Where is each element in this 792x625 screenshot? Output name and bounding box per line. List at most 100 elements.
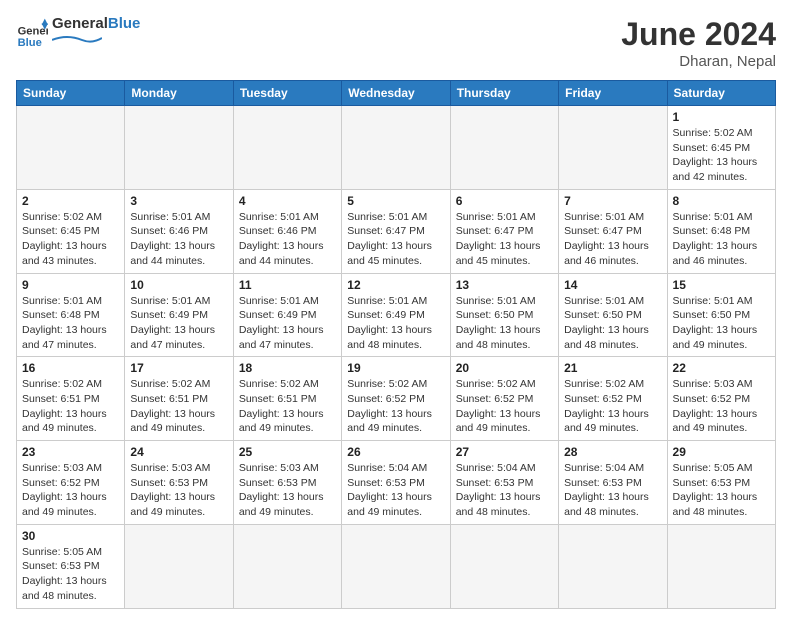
day-info: Sunrise: 5:01 AM Sunset: 6:47 PM Dayligh…: [564, 210, 661, 269]
day-info: Sunrise: 5:01 AM Sunset: 6:47 PM Dayligh…: [347, 210, 444, 269]
title-block: June 2024 Dharan, Nepal: [621, 16, 776, 70]
page-header: General Blue GeneralBlue June 2024 Dhara…: [16, 16, 776, 70]
day-info: Sunrise: 5:02 AM Sunset: 6:51 PM Dayligh…: [22, 377, 119, 436]
day-info: Sunrise: 5:02 AM Sunset: 6:52 PM Dayligh…: [564, 377, 661, 436]
calendar-day-cell: [125, 524, 233, 608]
calendar-day-cell: 29 Sunrise: 5:05 AM Sunset: 6:53 PM Dayli…: [667, 441, 775, 525]
calendar-day-cell: [233, 106, 341, 190]
calendar-week-row: 1Sunrise: 5:02 AM Sunset: 6:45 PM Daylig…: [17, 106, 776, 190]
calendar-day-cell: [559, 106, 667, 190]
calendar-day-cell: 7 Sunrise: 5:01 AM Sunset: 6:47 PM Daylig…: [559, 189, 667, 273]
logo-general: General: [52, 15, 108, 32]
calendar-day-cell: 27 Sunrise: 5:04 AM Sunset: 6:53 PM Dayli…: [450, 441, 558, 525]
day-number: 5: [347, 194, 444, 208]
day-number: 22: [673, 361, 770, 375]
day-number: 24: [130, 445, 227, 459]
calendar-day-cell: 21 Sunrise: 5:02 AM Sunset: 6:52 PM Dayli…: [559, 357, 667, 441]
day-info: Sunrise: 5:05 AM Sunset: 6:53 PM Dayligh…: [673, 461, 770, 520]
calendar-day-cell: 25 Sunrise: 5:03 AM Sunset: 6:53 PM Dayli…: [233, 441, 341, 525]
calendar-day-cell: [233, 524, 341, 608]
logo-icon: General Blue: [16, 17, 48, 49]
calendar-day-cell: 26Sunrise: 5:04 AM Sunset: 6:53 PM Dayli…: [342, 441, 450, 525]
calendar-day-cell: [342, 524, 450, 608]
calendar-day-cell: [450, 106, 558, 190]
day-number: 7: [564, 194, 661, 208]
day-number: 16: [22, 361, 119, 375]
weekday-header-thursday: Thursday: [450, 81, 558, 106]
day-number: 30: [22, 529, 119, 543]
day-info: Sunrise: 5:04 AM Sunset: 6:53 PM Dayligh…: [564, 461, 661, 520]
calendar-day-cell: 24 Sunrise: 5:03 AM Sunset: 6:53 PM Dayli…: [125, 441, 233, 525]
calendar-day-cell: 5 Sunrise: 5:01 AM Sunset: 6:47 PM Daylig…: [342, 189, 450, 273]
calendar-day-cell: 6 Sunrise: 5:01 AM Sunset: 6:47 PM Daylig…: [450, 189, 558, 273]
calendar-week-row: 30Sunrise: 5:05 AM Sunset: 6:53 PM Dayli…: [17, 524, 776, 608]
day-info: Sunrise: 5:01 AM Sunset: 6:47 PM Dayligh…: [456, 210, 553, 269]
day-number: 14: [564, 278, 661, 292]
day-number: 21: [564, 361, 661, 375]
logo-blue: Blue: [108, 15, 141, 32]
calendar-day-cell: [342, 106, 450, 190]
day-number: 29: [673, 445, 770, 459]
day-info: Sunrise: 5:03 AM Sunset: 6:53 PM Dayligh…: [239, 461, 336, 520]
calendar-table: SundayMondayTuesdayWednesdayThursdayFrid…: [16, 80, 776, 609]
day-number: 11: [239, 278, 336, 292]
weekday-header-saturday: Saturday: [667, 81, 775, 106]
day-number: 17: [130, 361, 227, 375]
calendar-day-cell: 28Sunrise: 5:04 AM Sunset: 6:53 PM Dayli…: [559, 441, 667, 525]
day-number: 6: [456, 194, 553, 208]
day-number: 15: [673, 278, 770, 292]
calendar-day-cell: [667, 524, 775, 608]
calendar-day-cell: 30Sunrise: 5:05 AM Sunset: 6:53 PM Dayli…: [17, 524, 125, 608]
day-info: Sunrise: 5:03 AM Sunset: 6:52 PM Dayligh…: [22, 461, 119, 520]
day-info: Sunrise: 5:01 AM Sunset: 6:50 PM Dayligh…: [564, 294, 661, 353]
day-number: 18: [239, 361, 336, 375]
calendar-day-cell: [559, 524, 667, 608]
calendar-day-cell: 11Sunrise: 5:01 AM Sunset: 6:49 PM Dayli…: [233, 273, 341, 357]
day-number: 23: [22, 445, 119, 459]
calendar-day-cell: [450, 524, 558, 608]
month-year-title: June 2024: [621, 16, 776, 53]
calendar-day-cell: [125, 106, 233, 190]
day-number: 20: [456, 361, 553, 375]
calendar-day-cell: 3 Sunrise: 5:01 AM Sunset: 6:46 PM Daylig…: [125, 189, 233, 273]
location-title: Dharan, Nepal: [621, 53, 776, 70]
day-number: 25: [239, 445, 336, 459]
day-info: Sunrise: 5:01 AM Sunset: 6:49 PM Dayligh…: [347, 294, 444, 353]
calendar-day-cell: 20 Sunrise: 5:02 AM Sunset: 6:52 PM Dayli…: [450, 357, 558, 441]
calendar-day-cell: 14 Sunrise: 5:01 AM Sunset: 6:50 PM Dayli…: [559, 273, 667, 357]
weekday-header-monday: Monday: [125, 81, 233, 106]
calendar-day-cell: 22Sunrise: 5:03 AM Sunset: 6:52 PM Dayli…: [667, 357, 775, 441]
day-number: 10: [130, 278, 227, 292]
calendar-week-row: 16 Sunrise: 5:02 AM Sunset: 6:51 PM Dayli…: [17, 357, 776, 441]
day-info: Sunrise: 5:02 AM Sunset: 6:51 PM Dayligh…: [130, 377, 227, 436]
day-info: Sunrise: 5:02 AM Sunset: 6:45 PM Dayligh…: [22, 210, 119, 269]
day-info: Sunrise: 5:01 AM Sunset: 6:48 PM Dayligh…: [22, 294, 119, 353]
calendar-day-cell: 13Sunrise: 5:01 AM Sunset: 6:50 PM Dayli…: [450, 273, 558, 357]
day-number: 27: [456, 445, 553, 459]
day-number: 3: [130, 194, 227, 208]
day-info: Sunrise: 5:01 AM Sunset: 6:46 PM Dayligh…: [130, 210, 227, 269]
day-number: 2: [22, 194, 119, 208]
calendar-week-row: 2 Sunrise: 5:02 AM Sunset: 6:45 PM Daylig…: [17, 189, 776, 273]
calendar-day-cell: 12 Sunrise: 5:01 AM Sunset: 6:49 PM Dayli…: [342, 273, 450, 357]
day-number: 13: [456, 278, 553, 292]
calendar-day-cell: 1Sunrise: 5:02 AM Sunset: 6:45 PM Daylig…: [667, 106, 775, 190]
day-info: Sunrise: 5:04 AM Sunset: 6:53 PM Dayligh…: [347, 461, 444, 520]
day-info: Sunrise: 5:02 AM Sunset: 6:52 PM Dayligh…: [347, 377, 444, 436]
calendar-day-cell: 19Sunrise: 5:02 AM Sunset: 6:52 PM Dayli…: [342, 357, 450, 441]
calendar-day-cell: 10 Sunrise: 5:01 AM Sunset: 6:49 PM Dayli…: [125, 273, 233, 357]
calendar-day-cell: 8Sunrise: 5:01 AM Sunset: 6:48 PM Daylig…: [667, 189, 775, 273]
day-info: Sunrise: 5:01 AM Sunset: 6:49 PM Dayligh…: [130, 294, 227, 353]
weekday-header-wednesday: Wednesday: [342, 81, 450, 106]
day-info: Sunrise: 5:02 AM Sunset: 6:52 PM Dayligh…: [456, 377, 553, 436]
day-info: Sunrise: 5:02 AM Sunset: 6:45 PM Dayligh…: [673, 126, 770, 185]
weekday-header-row: SundayMondayTuesdayWednesdayThursdayFrid…: [17, 81, 776, 106]
day-number: 4: [239, 194, 336, 208]
day-info: Sunrise: 5:04 AM Sunset: 6:53 PM Dayligh…: [456, 461, 553, 520]
calendar-day-cell: [17, 106, 125, 190]
day-number: 12: [347, 278, 444, 292]
calendar-day-cell: 2 Sunrise: 5:02 AM Sunset: 6:45 PM Daylig…: [17, 189, 125, 273]
svg-text:General: General: [18, 26, 48, 38]
calendar-week-row: 23 Sunrise: 5:03 AM Sunset: 6:52 PM Dayli…: [17, 441, 776, 525]
day-info: Sunrise: 5:03 AM Sunset: 6:53 PM Dayligh…: [130, 461, 227, 520]
